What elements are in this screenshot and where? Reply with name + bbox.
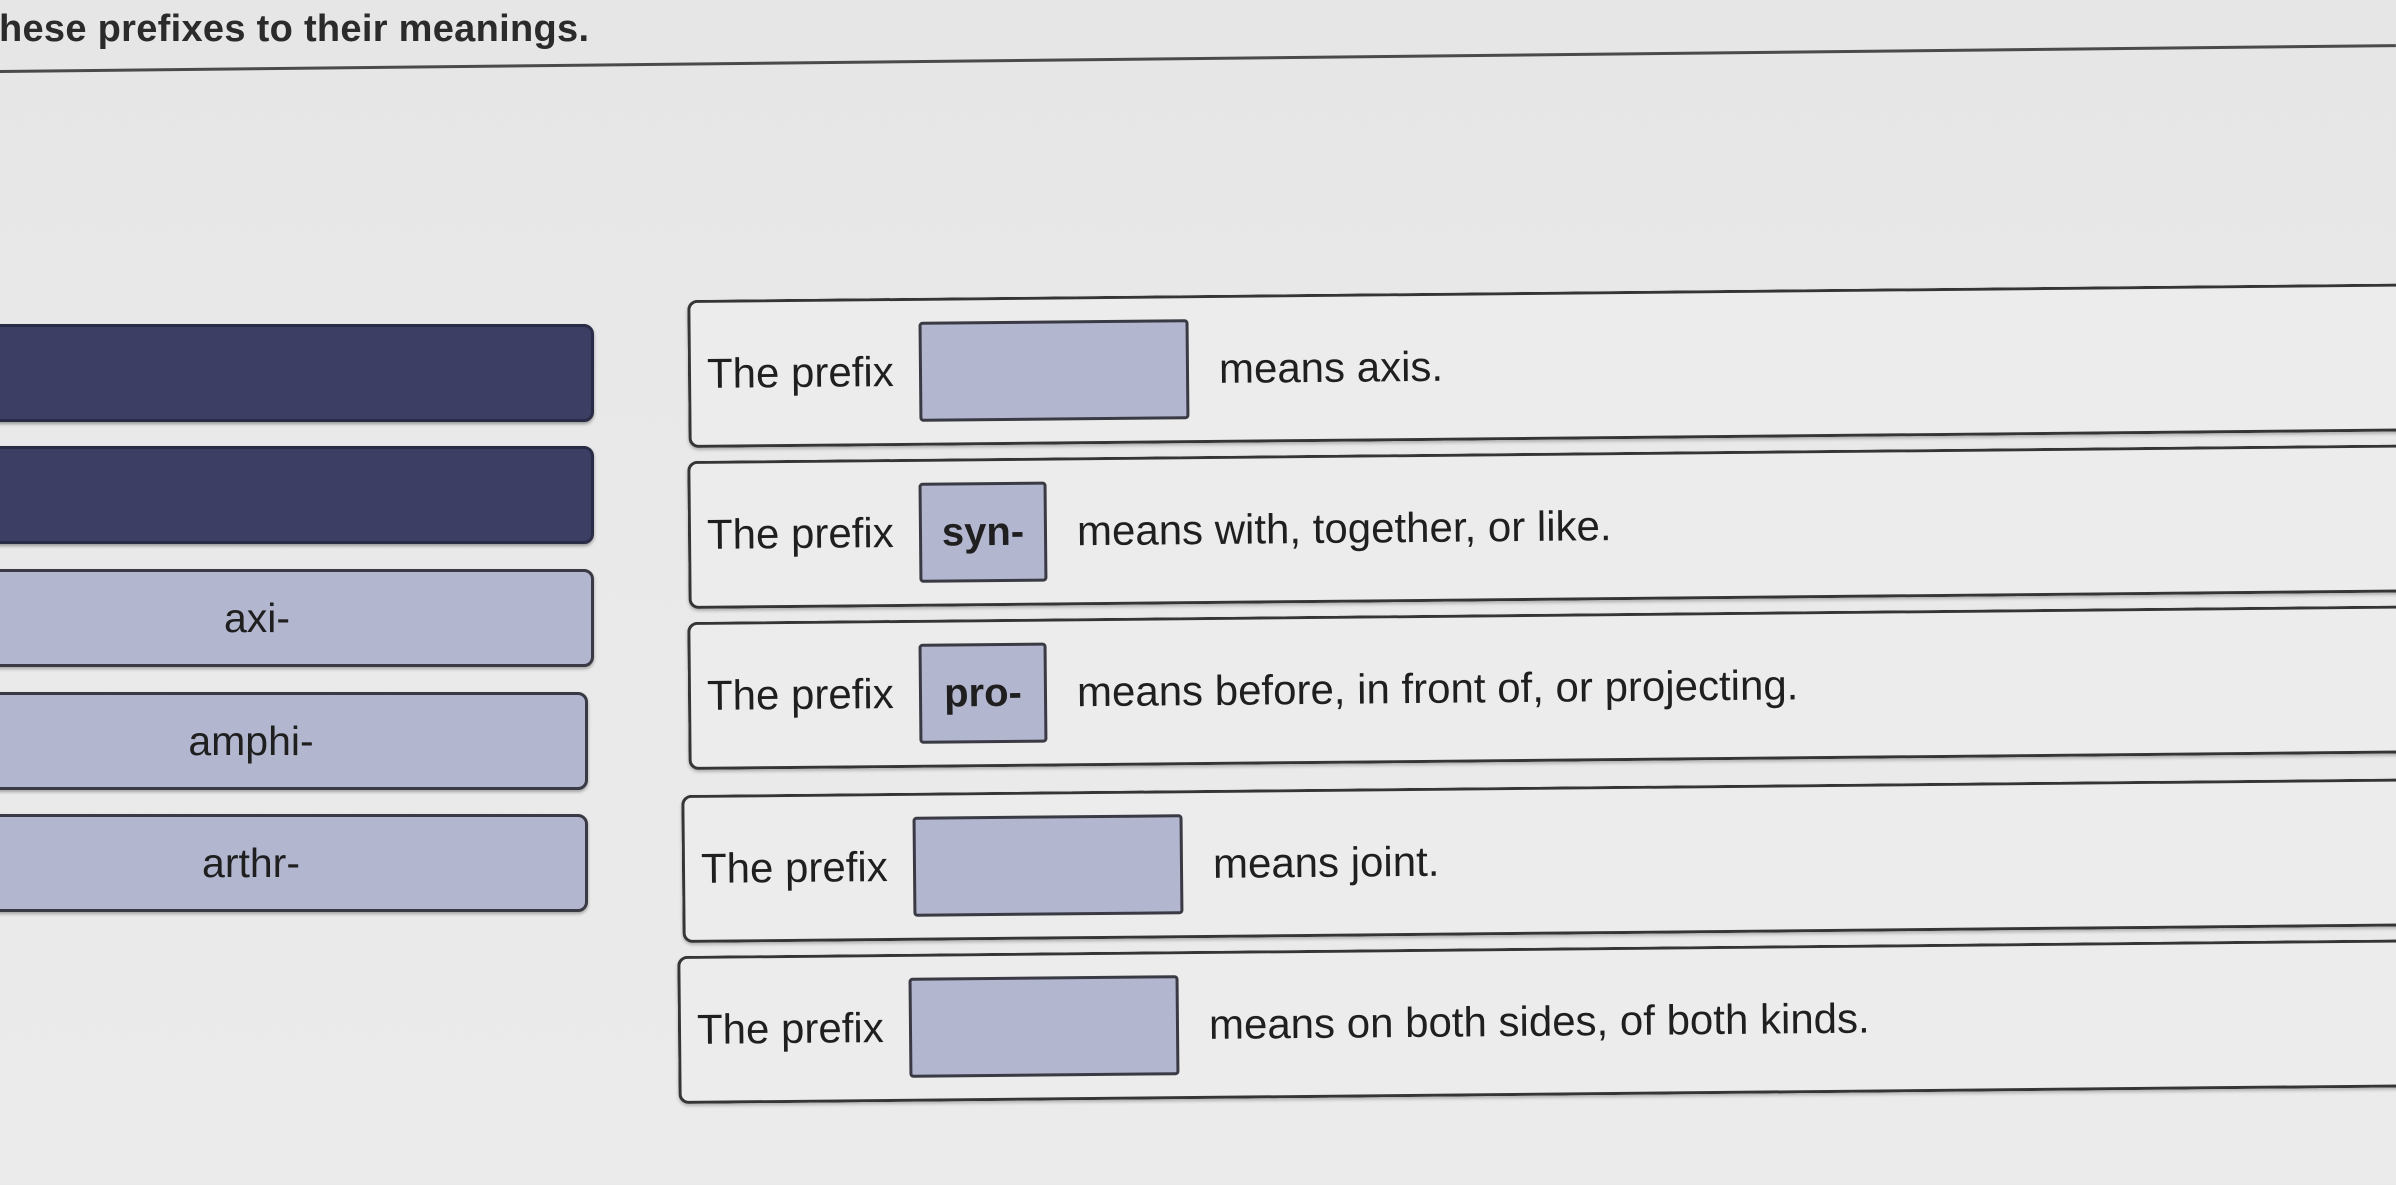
row-meaning: means before, in front of, or projecting…: [1076, 661, 1799, 716]
drop-slot-empty[interactable]: [908, 975, 1180, 1078]
row-meaning: means with, together, or like.: [1076, 502, 1612, 555]
row-prefix-label: The prefix: [696, 1004, 884, 1053]
match-row-with-together: The prefix syn- means with, together, or…: [687, 444, 2396, 609]
drop-slot-empty[interactable]: [918, 319, 1190, 422]
match-row-axis: The prefix means axis.: [687, 283, 2396, 448]
answer-bank-slot-used: [0, 324, 594, 422]
drop-slot-filled[interactable]: syn-: [918, 481, 1048, 583]
row-prefix-label: The prefix: [706, 348, 894, 397]
answer-tile-label: arthr-: [202, 839, 300, 886]
drop-slot-empty[interactable]: [912, 814, 1184, 917]
row-prefix-label: The prefix: [706, 670, 894, 719]
answer-tile-amphi[interactable]: amphi-: [0, 692, 588, 790]
answer-tile-arthr[interactable]: arthr-: [0, 814, 588, 912]
row-meaning: means axis.: [1218, 342, 1444, 392]
row-meaning: means on both sides, of both kinds.: [1208, 994, 1870, 1048]
placed-answer-tile: pro-: [943, 670, 1023, 716]
match-row-before: The prefix pro- means before, in front o…: [687, 605, 2396, 770]
answer-bank-slot-used: [0, 446, 594, 544]
answer-tile-axi[interactable]: axi-: [0, 569, 594, 667]
placed-answer-tile: syn-: [941, 509, 1025, 555]
answer-tile-label: axi-: [223, 594, 291, 641]
drop-slot-filled[interactable]: pro-: [918, 642, 1048, 744]
row-prefix-label: The prefix: [700, 843, 888, 892]
row-prefix-label: The prefix: [706, 509, 894, 558]
match-row-joint: The prefix means joint.: [681, 778, 2396, 943]
row-meaning: means joint.: [1212, 837, 1440, 887]
match-row-both-sides: The prefix means on both sides, of both …: [677, 939, 2396, 1104]
instruction-text: these prefixes to their meanings.: [0, 8, 590, 50]
answer-tile-label: amphi-: [188, 717, 314, 764]
